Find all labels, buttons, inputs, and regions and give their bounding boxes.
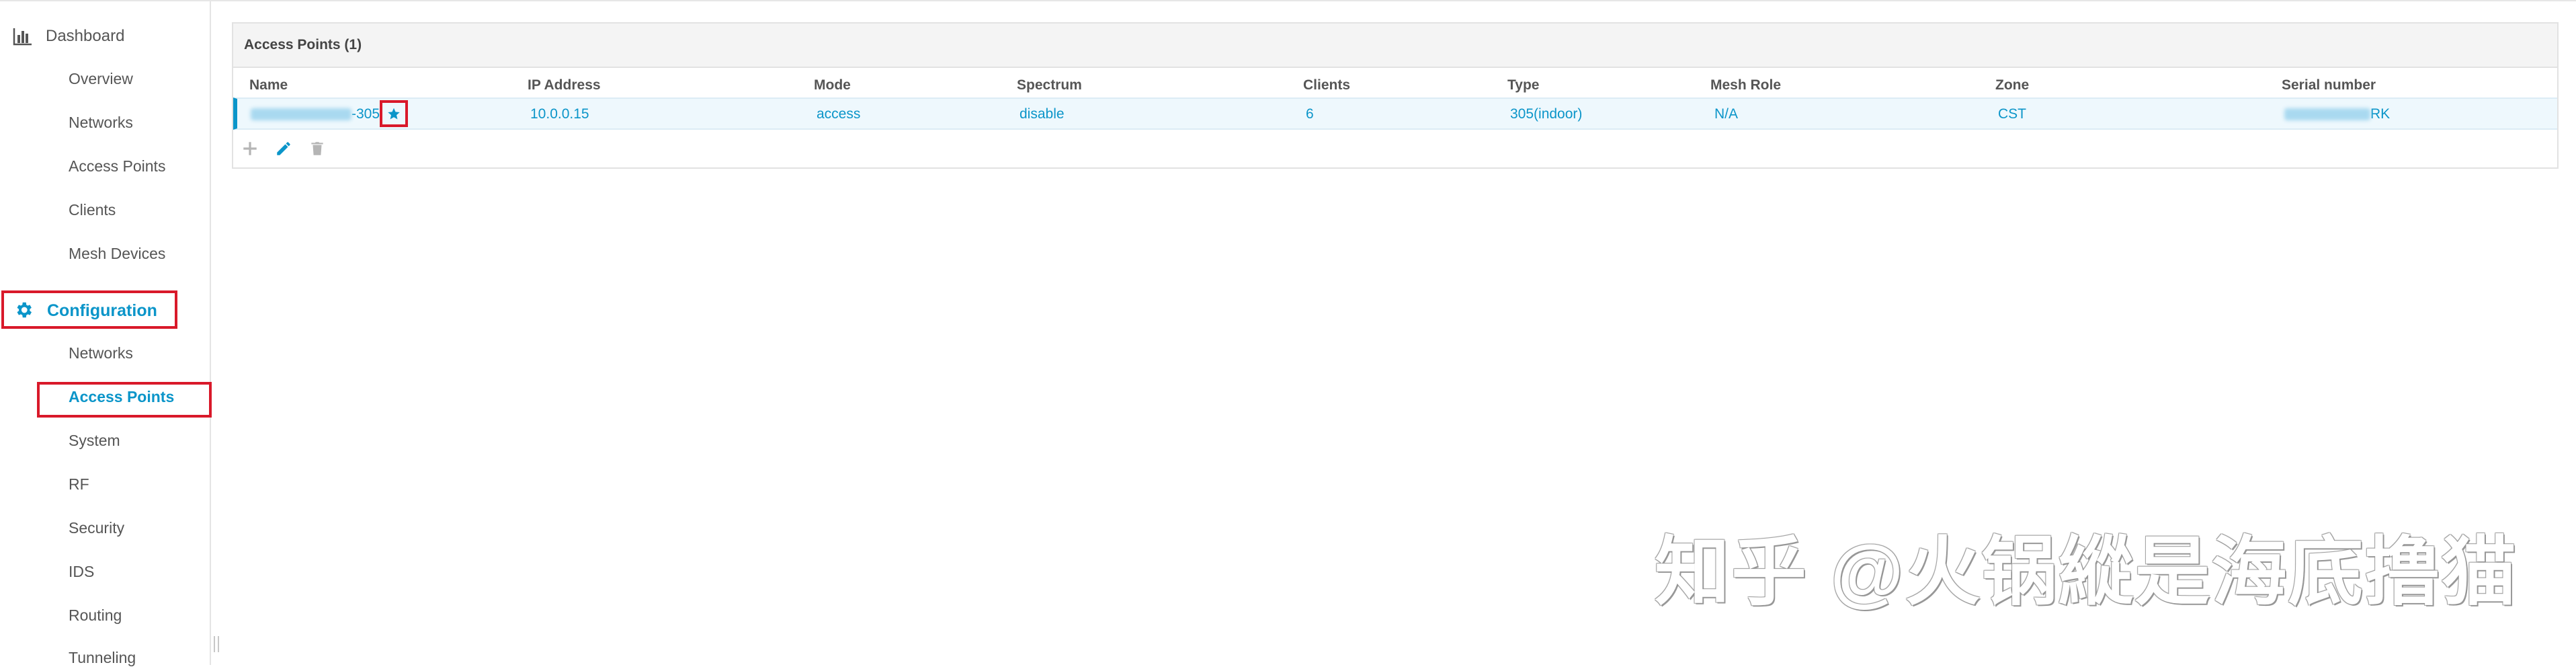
sidebar-item-tunneling[interactable]: Tunneling xyxy=(69,649,136,667)
column-header-zone[interactable]: Zone xyxy=(1995,77,2029,93)
access-points-panel: Access Points (1) Name IP Address Mode S… xyxy=(232,22,2559,169)
name-suffix: -305 xyxy=(351,106,380,122)
cell-spectrum[interactable]: disable xyxy=(1020,106,1065,122)
column-header-spectrum[interactable]: Spectrum xyxy=(1017,77,1082,93)
sidebar-resize-handle[interactable] xyxy=(214,636,219,652)
sidebar-section-configuration[interactable]: Configuration xyxy=(13,300,157,321)
column-header-type[interactable]: Type xyxy=(1507,77,1539,93)
star-icon[interactable] xyxy=(380,100,408,127)
sidebar-section-label: Configuration xyxy=(47,301,157,320)
sidebar-item-clients[interactable]: Clients xyxy=(69,201,116,219)
sidebar-item-routing[interactable]: Routing xyxy=(69,606,122,625)
sidebar-item-security[interactable]: Security xyxy=(69,519,124,537)
cell-zone[interactable]: CST xyxy=(1998,106,2026,122)
sidebar-item-config-networks[interactable]: Networks xyxy=(69,344,133,362)
column-header-mesh-role[interactable]: Mesh Role xyxy=(1710,77,1781,93)
sidebar-item-ids[interactable]: IDS xyxy=(69,563,94,581)
table-toolbar xyxy=(233,130,2557,167)
column-header-ip-address[interactable]: IP Address xyxy=(528,77,601,93)
table-row[interactable]: -305 10.0.0.15 access disable 6 305(indo… xyxy=(233,97,2557,130)
sidebar-section-label: Dashboard xyxy=(46,27,125,45)
sidebar-section-dashboard[interactable]: Dashboard xyxy=(12,26,124,47)
sidebar-item-mesh-devices[interactable]: Mesh Devices xyxy=(69,245,165,263)
column-header-name[interactable]: Name xyxy=(249,77,288,93)
trash-icon[interactable] xyxy=(308,140,326,157)
plus-icon[interactable] xyxy=(241,140,259,157)
cell-serial-number[interactable]: RK xyxy=(2284,106,2390,122)
serial-suffix: RK xyxy=(2370,106,2391,122)
cell-clients[interactable]: 6 xyxy=(1306,106,1314,122)
cell-name[interactable]: -305 xyxy=(251,106,380,122)
column-header-clients[interactable]: Clients xyxy=(1303,77,1350,93)
sidebar-item-config-access-points[interactable]: Access Points xyxy=(69,388,174,406)
cell-ip-address[interactable]: 10.0.0.15 xyxy=(530,106,589,122)
sidebar-item-system[interactable]: System xyxy=(69,432,120,450)
sidebar-item-rf[interactable]: RF xyxy=(69,475,89,494)
sidebar-item-overview[interactable]: Overview xyxy=(69,70,133,88)
sidebar-item-networks[interactable]: Networks xyxy=(69,114,133,132)
cell-mesh-role[interactable]: N/A xyxy=(1714,106,1738,122)
watermark: 知乎 @火锅縱是海底撸猫 xyxy=(1655,530,2518,614)
redacted-serial xyxy=(2284,108,2370,121)
bar-chart-icon xyxy=(12,26,34,47)
redacted-name xyxy=(251,108,351,121)
table-header: Name IP Address Mode Spectrum Clients Ty… xyxy=(233,68,2557,97)
column-header-mode[interactable]: Mode xyxy=(814,77,851,93)
column-header-serial-number[interactable]: Serial number xyxy=(2282,77,2376,93)
sidebar-item-access-points[interactable]: Access Points xyxy=(69,157,165,175)
sidebar: Dashboard Overview Networks Access Point… xyxy=(0,1,212,667)
cell-type[interactable]: 305(indoor) xyxy=(1510,106,1582,122)
cell-mode[interactable]: access xyxy=(817,106,860,122)
pencil-icon[interactable] xyxy=(275,140,292,157)
panel-title: Access Points (1) xyxy=(233,24,2557,68)
gear-icon xyxy=(13,300,35,321)
top-border xyxy=(0,0,2576,1)
